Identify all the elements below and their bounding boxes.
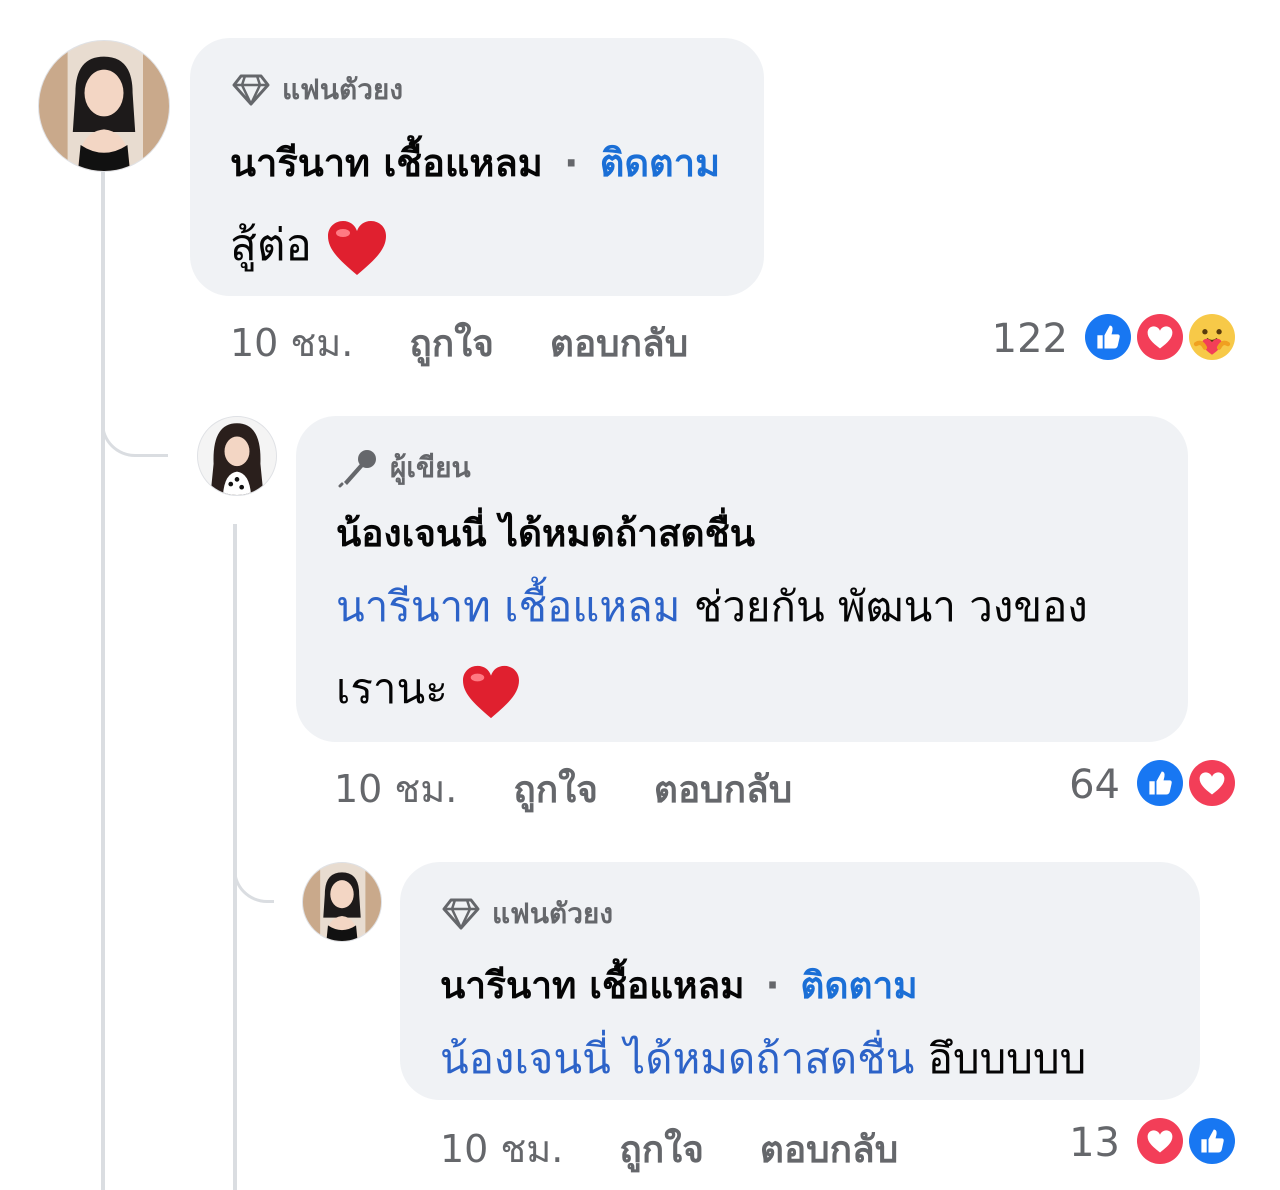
comment-text: นารีนาท เชื้อแหลม ช่วยกัน พัฒนา วงของ	[336, 574, 1088, 640]
thread-connector-reply-2	[233, 840, 274, 903]
author-badge: ผู้เขียน	[338, 446, 471, 490]
reply-button[interactable]: ตอบกลับ	[550, 314, 688, 373]
comment-actions: 10 ชม. ถูกใจ ตอบกลับ	[230, 312, 688, 373]
author-name[interactable]: นารีนาท เชื้อแหลม	[440, 964, 745, 1007]
comment-body: เรานะ	[336, 664, 448, 713]
red-heart-emoji-icon	[327, 221, 386, 275]
love-icon[interactable]	[1186, 757, 1238, 809]
follow-link[interactable]: ติดตาม	[600, 141, 720, 185]
comment-body: สู้ต่อ	[230, 220, 312, 271]
timestamp[interactable]: 10 ชม.	[440, 1118, 563, 1179]
avatar-photo	[198, 417, 276, 495]
red-heart-emoji-icon	[463, 665, 520, 718]
like-button[interactable]: ถูกใจ	[409, 314, 494, 373]
timestamp[interactable]: 10 ชม.	[230, 312, 353, 373]
author-name[interactable]: นารีนาท เชื้อแหลม	[230, 141, 543, 185]
top-fan-badge: แฟนตัวยง	[232, 68, 403, 112]
thread-line-main	[101, 170, 105, 1190]
avatar[interactable]	[302, 862, 382, 942]
like-icon[interactable]	[1186, 1115, 1238, 1167]
like-icon[interactable]	[1134, 757, 1186, 809]
reply-button[interactable]: ตอบกลับ	[654, 760, 792, 819]
reaction-count[interactable]: 64	[1030, 762, 1120, 808]
diamond-icon	[442, 898, 480, 930]
author-line: นารีนาท เชื้อแหลม · ติดตาม	[440, 956, 918, 1015]
comment-text-line-2: เรานะ	[336, 656, 521, 722]
separator-dot: ·	[564, 141, 579, 185]
follow-link[interactable]: ติดตาม	[800, 964, 917, 1007]
comment-bubble: ผู้เขียน น้องเจนนี่ ได้หมดถ้าสดชื่น นารี…	[296, 416, 1188, 742]
care-icon[interactable]	[1186, 311, 1238, 363]
mention-link[interactable]: นารีนาท เชื้อแหลม	[336, 582, 680, 631]
avatar[interactable]	[197, 416, 277, 496]
separator-dot: ·	[765, 964, 780, 1007]
thread-connector-reply-1	[101, 390, 168, 457]
comment-bubble: แฟนตัวยง นารีนาท เชื้อแหลม · ติดตาม น้อง…	[400, 862, 1200, 1100]
badge-label: แฟนตัวยง	[282, 73, 403, 106]
comment-text: สู้ต่อ	[230, 210, 388, 280]
reply-button[interactable]: ตอบกลับ	[760, 1120, 898, 1179]
comment-body: ช่วยกัน พัฒนา วงของ	[693, 582, 1088, 631]
comment-bubble: แฟนตัวยง นารีนาท เชื้อแหลม · ติดตาม สู้ต…	[190, 38, 764, 296]
diamond-icon	[232, 74, 270, 106]
author-name[interactable]: น้องเจนนี่ ได้หมดถ้าสดชื่น	[336, 504, 755, 563]
comment-actions: 10 ชม. ถูกใจ ตอบกลับ	[334, 758, 792, 819]
timestamp[interactable]: 10 ชม.	[334, 758, 457, 819]
reaction-count[interactable]: 13	[1040, 1120, 1120, 1166]
avatar[interactable]	[38, 40, 170, 172]
avatar-photo	[39, 41, 169, 171]
avatar-photo	[303, 863, 381, 941]
badge-label: แฟนตัวยง	[492, 897, 613, 930]
top-fan-badge: แฟนตัวยง	[442, 892, 613, 936]
microphone-icon	[338, 450, 376, 488]
like-button[interactable]: ถูกใจ	[619, 1120, 704, 1179]
comment-text: น้องเจนนี่ ได้หมดถ้าสดชื่น อึบบบบบ	[440, 1026, 1086, 1092]
like-button[interactable]: ถูกใจ	[513, 760, 598, 819]
author-line: นารีนาท เชื้อแหลม · ติดตาม	[230, 132, 720, 193]
mention-link[interactable]: น้องเจนนี่ ได้หมดถ้าสดชื่น	[440, 1034, 914, 1083]
reaction-count[interactable]: 122	[960, 316, 1068, 362]
love-icon[interactable]	[1134, 1115, 1186, 1167]
comment-actions: 10 ชม. ถูกใจ ตอบกลับ	[440, 1118, 898, 1179]
comment-body: อึบบบบบ	[927, 1034, 1087, 1083]
badge-label: ผู้เขียน	[390, 451, 471, 484]
love-icon[interactable]	[1134, 311, 1186, 363]
like-icon[interactable]	[1082, 311, 1134, 363]
